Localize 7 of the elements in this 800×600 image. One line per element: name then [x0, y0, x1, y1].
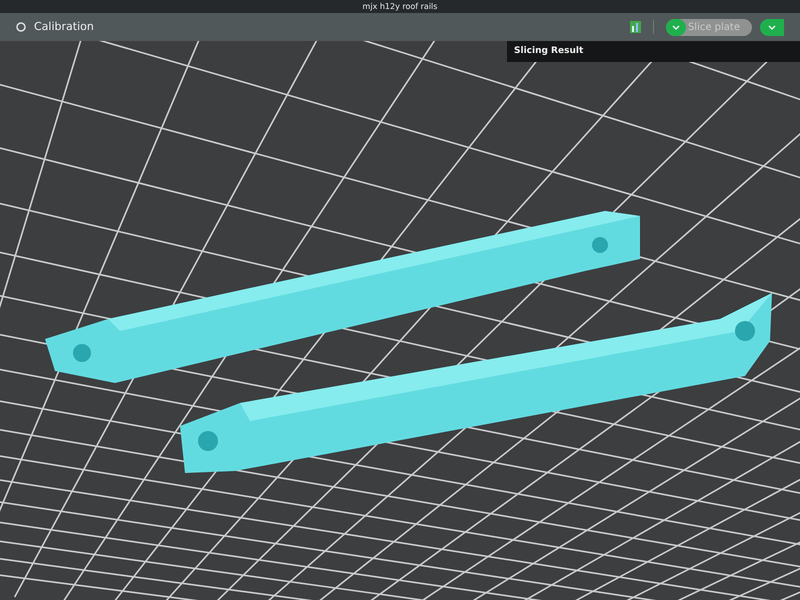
window-title: mjx h12y roof rails	[362, 2, 438, 11]
caret-icon	[768, 24, 776, 30]
chart-icon[interactable]	[630, 21, 641, 33]
slicing-result-panel: Slicing Result	[507, 41, 800, 62]
caret-icon	[672, 24, 680, 30]
calibration-label[interactable]: Calibration	[34, 18, 94, 36]
dropdown-button[interactable]	[760, 18, 784, 36]
